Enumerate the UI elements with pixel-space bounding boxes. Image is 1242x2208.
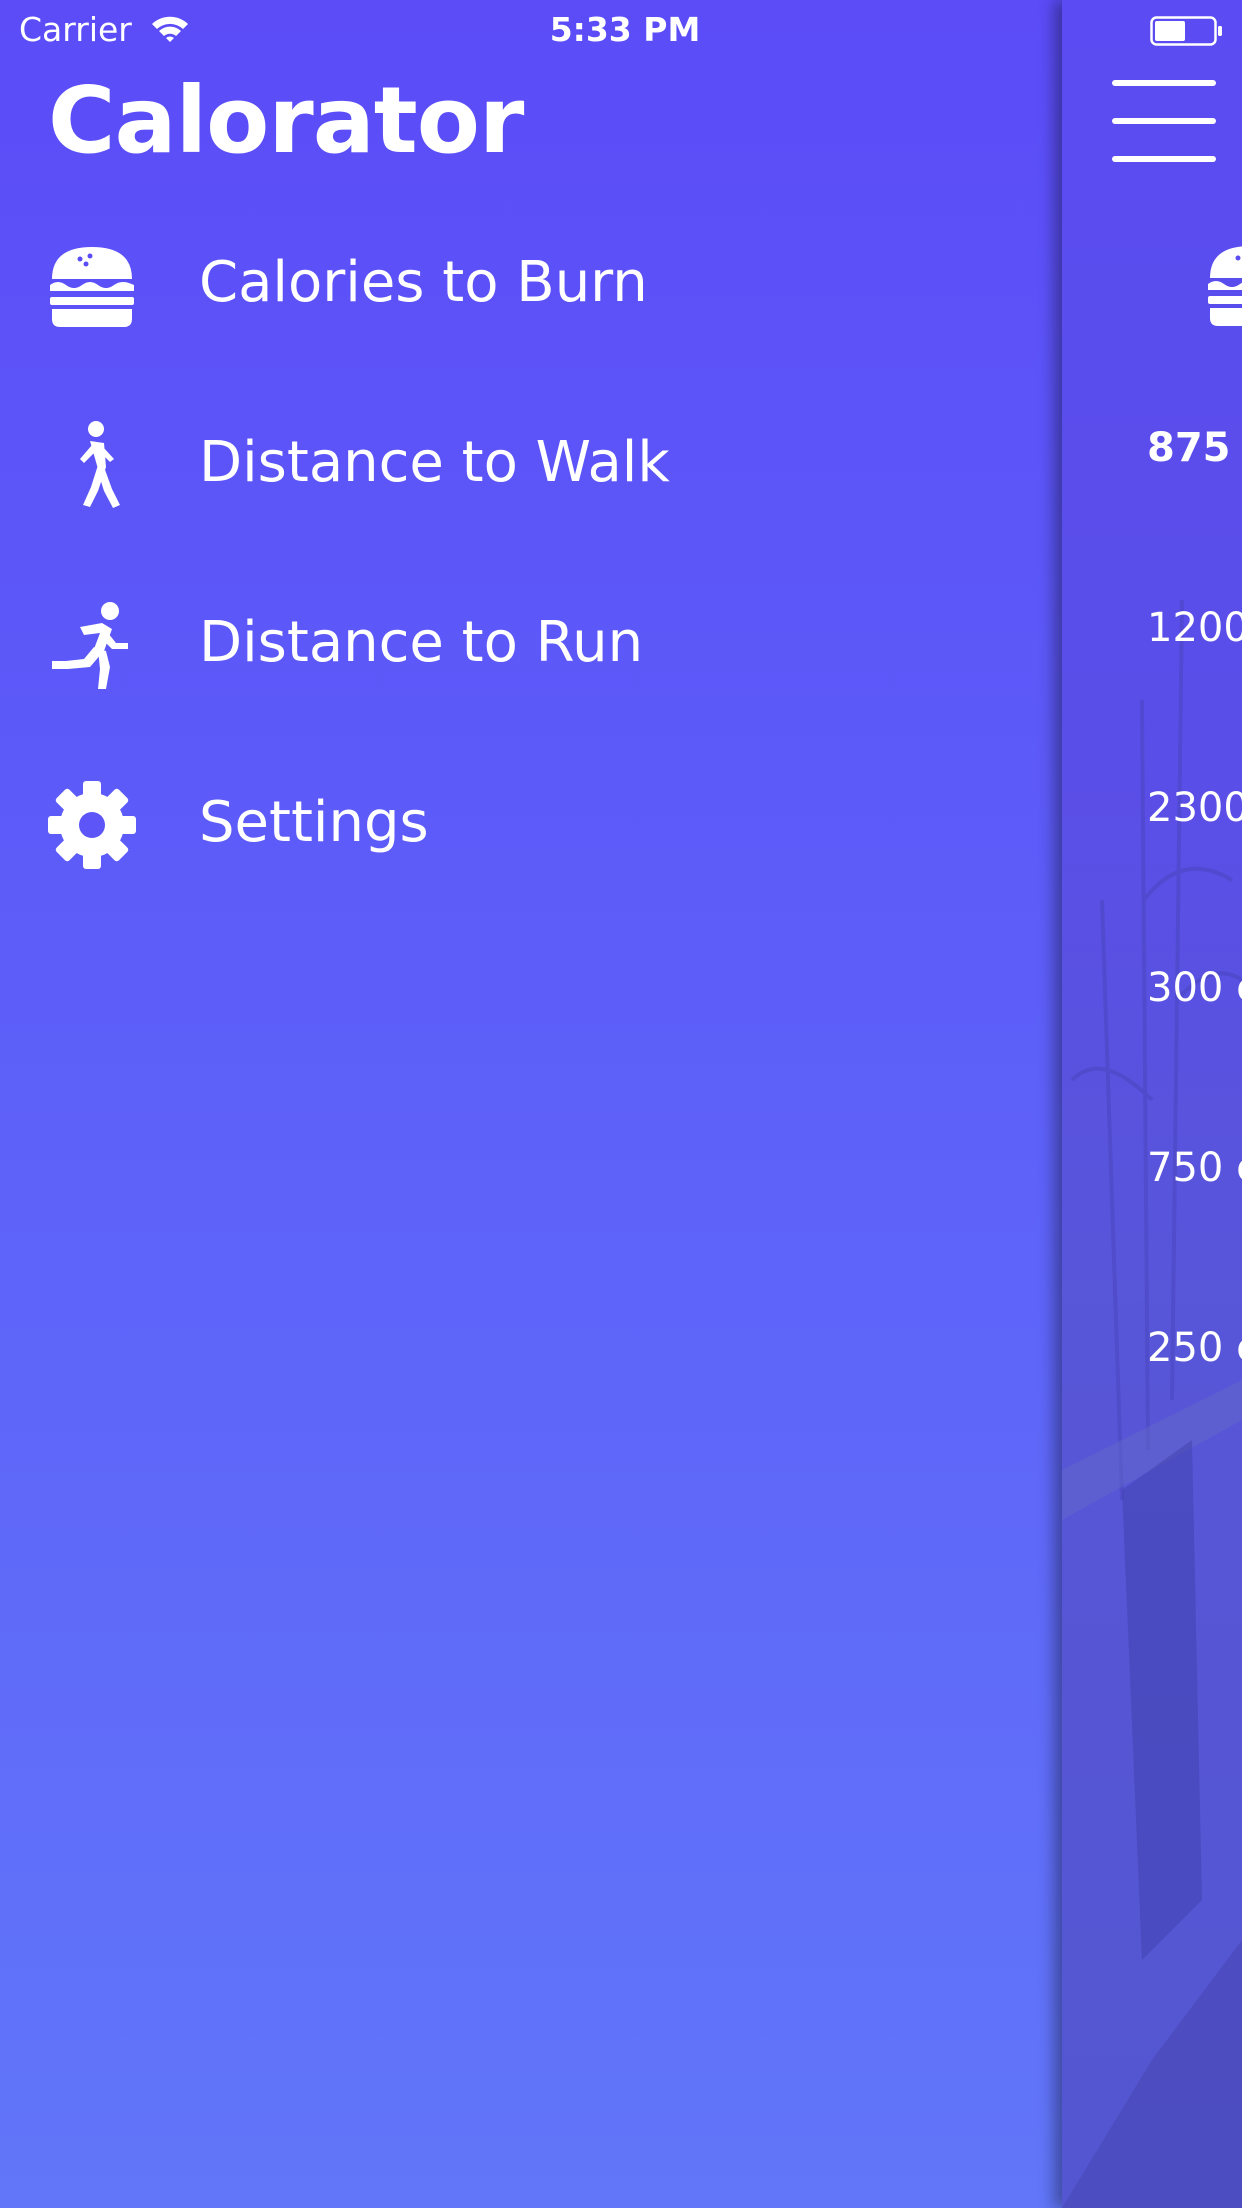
- burger-icon: [1204, 238, 1242, 330]
- menu-item-settings[interactable]: Settings: [0, 733, 1062, 913]
- burger-icon: [46, 239, 138, 331]
- status-bar: Carrier 5:33 PM: [0, 0, 1242, 60]
- main-content-panel[interactable]: 875 c 1200 2300 300 c 750 c 250 c: [1062, 0, 1242, 2208]
- menu-item-calories-to-burn[interactable]: Calories to Burn: [0, 193, 1062, 373]
- walking-person-icon: [46, 419, 138, 511]
- list-item[interactable]: 250 c: [1147, 1323, 1242, 1373]
- result-row-value: 875 c: [1147, 425, 1242, 471]
- menu-item-label: Distance to Run: [199, 610, 644, 675]
- side-drawer: Calorator Calories to Burn Distance to W…: [0, 0, 1062, 2208]
- app-title: Calorator: [48, 67, 524, 174]
- menu-item-distance-to-run[interactable]: Distance to Run: [0, 553, 1062, 733]
- list-item[interactable]: 1200: [1147, 603, 1242, 653]
- gear-icon: [46, 779, 138, 871]
- hamburger-menu-icon[interactable]: [1112, 80, 1216, 164]
- running-person-icon: [46, 599, 138, 691]
- menu-item-label: Calories to Burn: [199, 250, 648, 315]
- list-item[interactable]: 2300: [1147, 783, 1242, 833]
- drawer-menu: Calories to Burn Distance to Walk Distan…: [0, 193, 1062, 913]
- battery-icon: [1150, 16, 1225, 46]
- menu-item-label: Distance to Walk: [199, 430, 670, 495]
- list-item[interactable]: 300 c: [1147, 963, 1242, 1013]
- list-item[interactable]: 750 c: [1147, 1143, 1242, 1193]
- background-photo: [1062, 599, 1242, 2208]
- menu-item-distance-to-walk[interactable]: Distance to Walk: [0, 373, 1062, 553]
- menu-item-label: Settings: [199, 790, 429, 855]
- status-time: 5:33 PM: [549, 10, 701, 49]
